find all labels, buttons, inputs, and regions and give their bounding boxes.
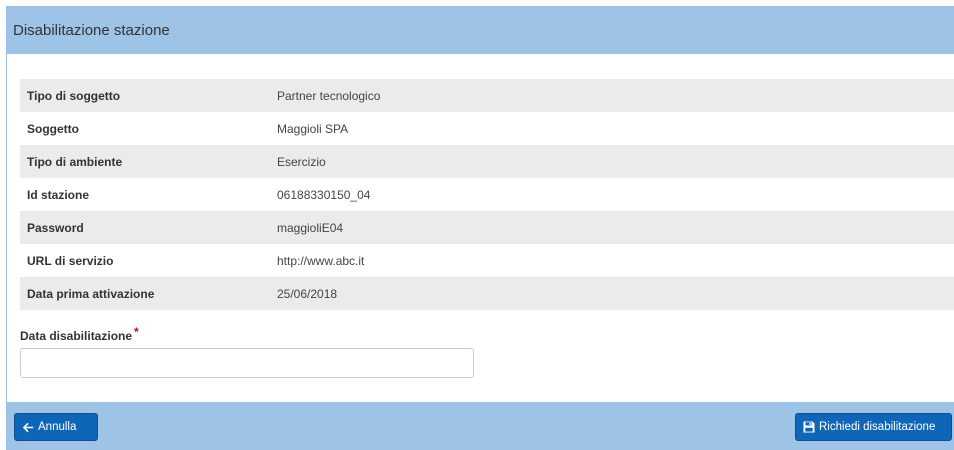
detail-row: Soggetto Maggioli SPA (20, 112, 954, 145)
detail-label: Tipo di soggetto (20, 79, 277, 112)
detail-row: Data prima attivazione 25/06/2018 (20, 277, 954, 310)
required-asterisk: * (134, 325, 139, 339)
detail-label: Password (20, 211, 277, 244)
date-disable-input[interactable] (20, 348, 474, 378)
cancel-button-label: Annulla (38, 421, 77, 433)
date-disable-label: Data disabilitazione * (20, 325, 139, 343)
detail-row: Password maggioliE04 (20, 211, 954, 244)
detail-label: Soggetto (20, 112, 277, 145)
detail-value: http://www.abc.it (277, 244, 954, 277)
detail-value: 25/06/2018 (277, 277, 954, 310)
detail-value: maggioliE04 (277, 211, 954, 244)
dialog-panel: Disabilitazione stazione Tipo di soggett… (6, 6, 954, 450)
detail-value: Maggioli SPA (277, 112, 954, 145)
request-disable-button[interactable]: Richiedi disabilitazione (795, 413, 952, 441)
panel-footer: Annulla Richiedi disabilitazione (7, 402, 954, 450)
detail-label: URL di servizio (20, 244, 277, 277)
date-disable-label-text: Data disabilitazione (20, 329, 133, 343)
detail-label: Tipo di ambiente (20, 145, 277, 178)
detail-value: Partner tecnologico (277, 79, 954, 112)
panel-title: Disabilitazione stazione (13, 22, 170, 39)
station-details-table: Tipo di soggetto Partner tecnologico Sog… (20, 79, 954, 310)
detail-label: Data prima attivazione (20, 277, 277, 310)
arrow-left-icon (22, 422, 34, 433)
detail-value: Esercizio (277, 145, 954, 178)
save-icon (803, 421, 815, 433)
detail-row: Id stazione 06188330150_04 (20, 178, 954, 211)
detail-row: Tipo di soggetto Partner tecnologico (20, 79, 954, 112)
panel-header: Disabilitazione stazione (7, 7, 954, 54)
detail-label: Id stazione (20, 178, 277, 211)
cancel-button[interactable]: Annulla (14, 413, 98, 441)
detail-row: Tipo di ambiente Esercizio (20, 145, 954, 178)
detail-value: 06188330150_04 (277, 178, 954, 211)
detail-row: URL di servizio http://www.abc.it (20, 244, 954, 277)
request-disable-button-label: Richiedi disabilitazione (819, 421, 936, 433)
